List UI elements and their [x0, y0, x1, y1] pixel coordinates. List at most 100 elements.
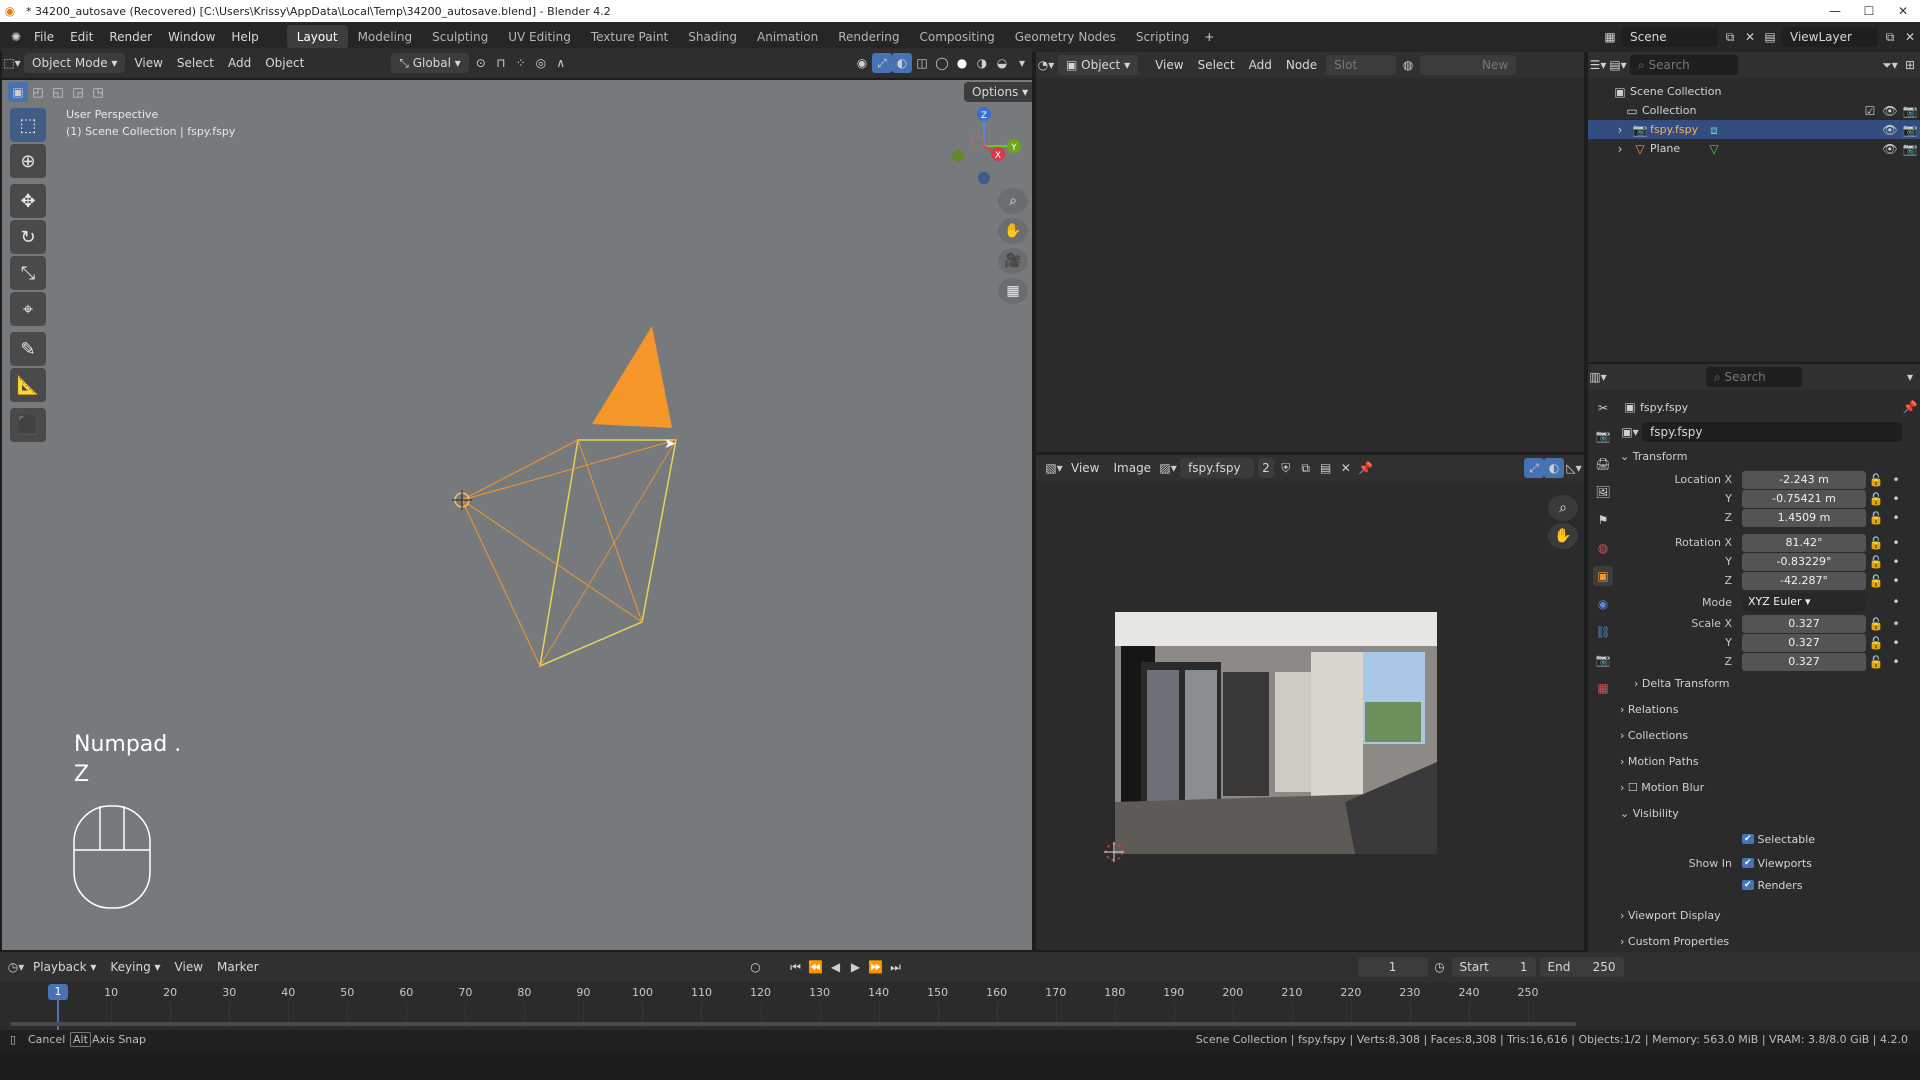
select-invert-icon[interactable]: ◲: [68, 82, 88, 102]
relations-section[interactable]: › Relations: [1620, 697, 1920, 723]
play-reverse-icon[interactable]: ◀: [826, 957, 846, 977]
object-browse-icon[interactable]: ▣▾: [1620, 422, 1640, 442]
fake-user-icon[interactable]: ⛨: [1276, 458, 1296, 478]
tab-rendering[interactable]: Rendering: [828, 25, 909, 49]
select-tool-icon[interactable]: ⬚: [10, 108, 46, 142]
tab-layout[interactable]: Layout: [286, 25, 348, 49]
node-menu-node[interactable]: Node: [1279, 58, 1324, 72]
selectable-checkbox[interactable]: ✔: [1742, 834, 1754, 844]
new-scene-icon[interactable]: ⧉: [1720, 27, 1740, 47]
properties-search-input[interactable]: ⌕ Search: [1706, 367, 1802, 387]
auto-keying-icon[interactable]: ○: [746, 957, 766, 977]
new-material-button[interactable]: New: [1420, 55, 1517, 75]
overlay-toggle-icon[interactable]: ◐: [892, 53, 912, 73]
measure-tool-icon[interactable]: 📐: [10, 368, 46, 402]
lock-icon[interactable]: 🔓: [1866, 633, 1886, 653]
motion-blur-section[interactable]: › ☐ Motion Blur: [1620, 775, 1920, 801]
keyframe-dot-icon[interactable]: •: [1886, 552, 1906, 572]
timeline-menu-playback[interactable]: Playback ▾: [26, 960, 103, 974]
navigation-gizmo[interactable]: Z Y X: [942, 106, 1032, 186]
snap-icon[interactable]: ⊓: [491, 53, 511, 73]
play-icon[interactable]: ▶: [846, 957, 866, 977]
collections-section[interactable]: › Collections: [1620, 723, 1920, 749]
tab-sculpting[interactable]: Sculpting: [422, 25, 498, 49]
transform-tool-icon[interactable]: ⌖: [10, 292, 46, 326]
tool-tab-icon[interactable]: ✂: [1593, 398, 1613, 418]
new-collection-icon[interactable]: ⊞: [1900, 55, 1920, 75]
keyframe-dot-icon[interactable]: •: [1886, 508, 1906, 528]
select-extend-icon[interactable]: ◰: [28, 82, 48, 102]
jump-start-icon[interactable]: ⏮: [786, 957, 806, 977]
object-name-field[interactable]: fspy.fspy: [1642, 422, 1902, 442]
select-new-icon[interactable]: ▣: [8, 82, 28, 102]
camera-view-icon[interactable]: 🎥: [998, 248, 1028, 274]
lock-icon[interactable]: 🔓: [1866, 533, 1886, 553]
data-tab-icon[interactable]: 📷: [1593, 650, 1613, 670]
transform-section[interactable]: ⌄ Transform: [1620, 444, 1920, 470]
fspy-visibility-icon[interactable]: 👁: [1880, 120, 1900, 140]
properties-type-icon[interactable]: ▥▾: [1588, 367, 1608, 387]
scale-tool-icon[interactable]: ⤡: [10, 256, 46, 290]
object-tab-icon[interactable]: ▣: [1593, 566, 1613, 586]
tab-geometry-nodes[interactable]: Geometry Nodes: [1005, 25, 1126, 49]
xray-icon[interactable]: ◫: [912, 53, 932, 73]
slot-dropdown[interactable]: Slot: [1326, 55, 1397, 75]
cursor-tool-icon[interactable]: ⊕: [10, 144, 46, 178]
maximize-button[interactable]: ☐: [1852, 4, 1886, 18]
scene-icon[interactable]: ▦: [1600, 27, 1620, 47]
tab-uv-editing[interactable]: UV Editing: [498, 25, 581, 49]
preview-range-icon[interactable]: ◷: [1430, 957, 1450, 977]
scale-x-field[interactable]: 0.327: [1742, 614, 1866, 633]
constraints-tab-icon[interactable]: ⛓: [1593, 622, 1613, 642]
node-menu-view[interactable]: View: [1148, 58, 1190, 72]
scale-y-field[interactable]: 0.327: [1742, 633, 1866, 652]
image-menu-view[interactable]: View: [1064, 461, 1106, 475]
scale-z-field[interactable]: 0.327: [1742, 652, 1866, 671]
rotate-tool-icon[interactable]: ↻: [10, 220, 46, 254]
unlink-image-icon[interactable]: ✕: [1336, 458, 1356, 478]
shader-editor[interactable]: ◔▾ ▣ Object ▾ View Select Add Node Slot …: [1036, 52, 1584, 452]
image-zoom-icon[interactable]: ⌕: [1548, 495, 1578, 521]
viewport-menu-view[interactable]: View: [127, 56, 169, 70]
texture-tab-icon[interactable]: ▦: [1593, 678, 1613, 698]
keyframe-dot-icon[interactable]: •: [1886, 470, 1906, 490]
pivot-icon[interactable]: ⊙: [471, 53, 491, 73]
physics-tab-icon[interactable]: ◉: [1593, 594, 1613, 614]
rotation-x-field[interactable]: 81.42°: [1742, 533, 1866, 552]
keyframe-dot-icon[interactable]: •: [1886, 633, 1906, 653]
image-menu-image[interactable]: Image: [1106, 461, 1158, 475]
tab-modeling[interactable]: Modeling: [348, 25, 423, 49]
annotate-tool-icon[interactable]: ✎: [10, 332, 46, 366]
expand-arrow-icon[interactable]: ›: [1610, 139, 1630, 159]
lock-icon[interactable]: 🔓: [1866, 652, 1886, 672]
shading-options-icon[interactable]: ▾: [1012, 53, 1032, 73]
timeline-menu-marker[interactable]: Marker: [210, 960, 265, 974]
keyframe-dot-icon[interactable]: •: [1886, 592, 1906, 612]
new-viewlayer-icon[interactable]: ⧉: [1880, 27, 1900, 47]
ortho-grid-icon[interactable]: ▦: [998, 278, 1028, 304]
prev-keyframe-icon[interactable]: ⏪: [806, 957, 826, 977]
add-cube-tool-icon[interactable]: ⬛: [10, 408, 46, 442]
viewlayer-selector[interactable]: ViewLayer: [1782, 27, 1878, 47]
fspy-render-icon[interactable]: 📷: [1900, 120, 1920, 140]
output-tab-icon[interactable]: 🖨: [1593, 454, 1613, 474]
image-editor[interactable]: ▧▾ View Image ▨▾ fspy.fspy 2 ⛨ ⧉ ▤ ✕ 📌 ⤢…: [1036, 455, 1584, 950]
outliner-search-input[interactable]: ⌕ Search: [1630, 55, 1738, 75]
viewport-menu-add[interactable]: Add: [221, 56, 258, 70]
tab-texture-paint[interactable]: Texture Paint: [581, 25, 678, 49]
orientation-dropdown[interactable]: ⤡ Global ▾: [391, 53, 469, 73]
image-gizmo-icon[interactable]: ⤢: [1524, 458, 1544, 478]
expand-arrow-icon[interactable]: ›: [1610, 120, 1630, 140]
scene-tab-icon[interactable]: ⚑: [1593, 510, 1613, 530]
tab-animation[interactable]: Animation: [747, 25, 828, 49]
image-browse-icon[interactable]: ▨▾: [1158, 458, 1178, 478]
image-pan-icon[interactable]: ✋: [1548, 523, 1578, 549]
options-dropdown[interactable]: Options ▾: [964, 82, 1032, 102]
lock-icon[interactable]: 🔓: [1866, 552, 1886, 572]
image-display-icon[interactable]: ◺▾: [1564, 458, 1584, 478]
shader-type-dropdown[interactable]: ▣ Object ▾: [1058, 55, 1139, 75]
wireframe-shading-icon[interactable]: ◯: [932, 53, 952, 73]
minimize-button[interactable]: —: [1818, 4, 1852, 18]
outliner-row-plane[interactable]: › ▽ Plane ▽ 👁 📷: [1588, 139, 1920, 158]
editor-type-icon[interactable]: ⬚▾: [2, 53, 22, 73]
